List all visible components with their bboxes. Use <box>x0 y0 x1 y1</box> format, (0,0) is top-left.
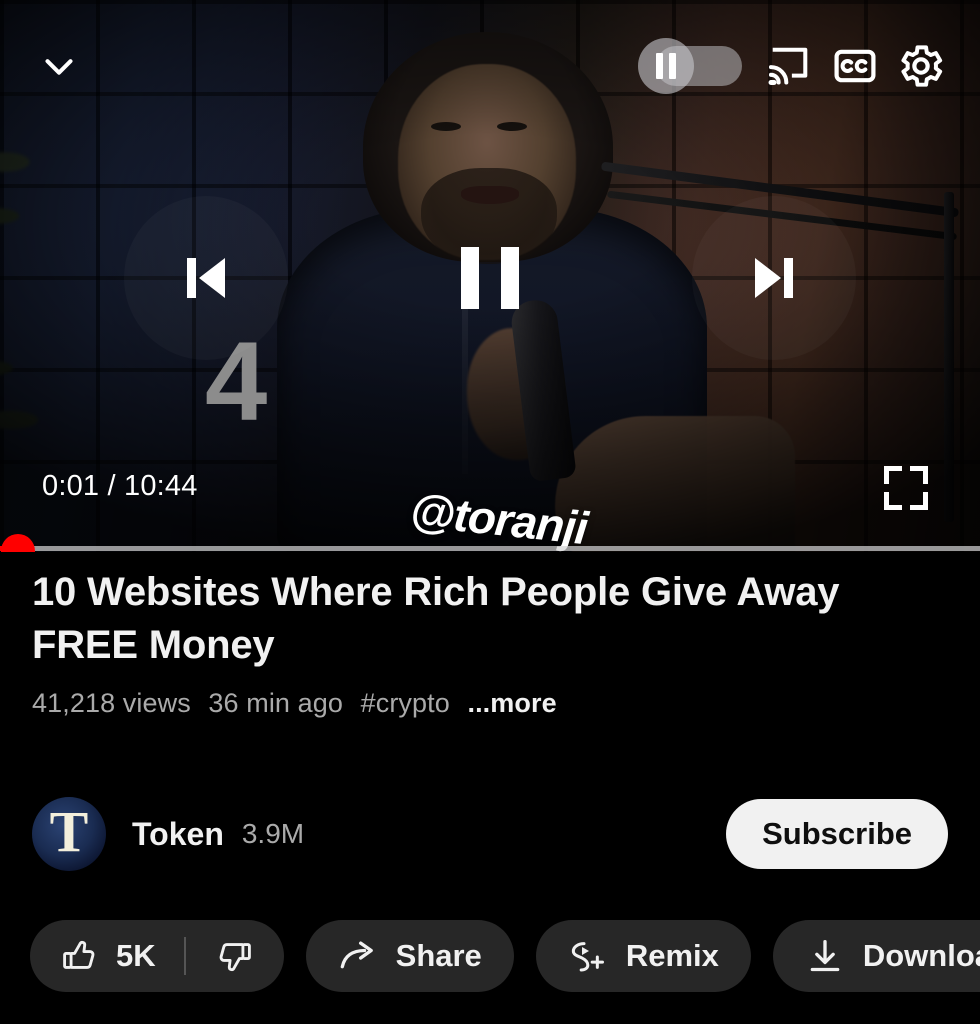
remix-icon <box>571 942 604 972</box>
video-metadata[interactable]: 41,218 views 36 min ago #crypto ...more <box>32 688 948 719</box>
subscriber-count: 3.9M <box>241 818 305 849</box>
subscribe-button[interactable]: Subscribe <box>726 799 948 869</box>
dislike-button[interactable] <box>186 937 254 975</box>
skip-previous-icon <box>187 258 225 298</box>
avatar[interactable]: T <box>32 797 106 871</box>
publish-time: 36 min ago <box>208 687 343 718</box>
download-arrow-icon <box>810 940 840 972</box>
share-button[interactable]: Share <box>305 920 514 992</box>
like-dislike-group: 5K <box>30 920 284 992</box>
video-title[interactable]: 10 Websites Where Rich People Give Away … <box>32 566 948 672</box>
hashtag-crypto[interactable]: #crypto <box>361 688 450 718</box>
share-arrow-icon <box>340 941 373 969</box>
progress-track <box>0 546 980 551</box>
captions-button[interactable] <box>822 33 888 99</box>
youtube-watch-screen: 4 @toranji 0:01 / 10:44 10 Websites Wher… <box>0 0 980 1024</box>
chevron-down-icon <box>45 59 73 75</box>
remix-button[interactable]: Remix <box>535 920 751 992</box>
autoplay-toggle[interactable] <box>638 38 742 94</box>
channel-row: T Token 3.9M Subscribe <box>0 792 980 876</box>
cast-button[interactable] <box>756 33 822 99</box>
pause-icon <box>461 247 519 309</box>
settings-button[interactable] <box>888 33 954 99</box>
fullscreen-button[interactable] <box>884 466 928 510</box>
gear-icon <box>901 45 943 87</box>
progress-bar[interactable] <box>0 534 980 552</box>
time-display: 0:01 / 10:44 <box>42 470 198 502</box>
download-label: Download <box>862 938 980 973</box>
cast-icon <box>768 47 808 85</box>
channel-name[interactable]: Token <box>132 816 224 853</box>
video-info: 10 Websites Where Rich People Give Away … <box>0 566 980 719</box>
player-center-controls <box>0 198 980 358</box>
thumbs-down-icon <box>219 943 251 972</box>
like-button[interactable]: 5K <box>60 937 184 975</box>
download-button[interactable]: Download <box>772 920 980 992</box>
avatar-letter: T <box>49 799 89 864</box>
view-count: 41,218 views <box>32 687 191 718</box>
pause-button[interactable] <box>408 196 572 360</box>
collapse-player-button[interactable] <box>26 33 92 99</box>
action-buttons-row: 5K Share Remix Downlo <box>0 918 980 994</box>
remix-label: Remix <box>625 938 719 973</box>
next-video-button[interactable] <box>692 196 856 360</box>
like-count: 5K <box>116 938 156 973</box>
video-player[interactable]: 4 @toranji 0:01 / 10:44 <box>0 0 980 552</box>
skip-next-icon <box>755 258 793 298</box>
previous-video-button[interactable] <box>124 196 288 360</box>
closed-captions-icon <box>834 49 876 83</box>
fullscreen-icon <box>884 466 902 484</box>
share-label: Share <box>395 938 482 973</box>
more-link[interactable]: ...more <box>467 688 556 718</box>
pause-toggle-icon <box>638 38 694 94</box>
thumbs-up-icon <box>63 940 95 969</box>
player-top-controls <box>0 0 980 132</box>
